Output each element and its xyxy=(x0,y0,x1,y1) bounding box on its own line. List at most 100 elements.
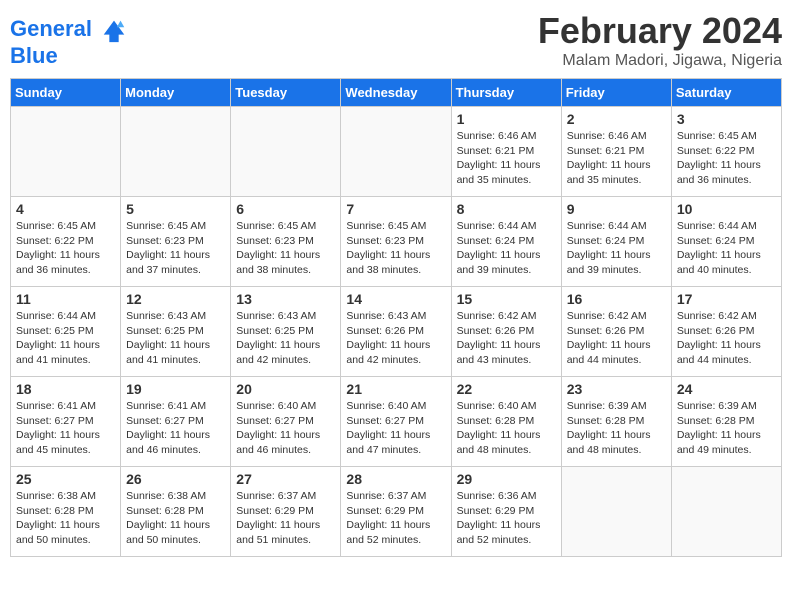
day-number: 8 xyxy=(457,201,556,217)
day-info: Sunrise: 6:44 AM Sunset: 6:24 PM Dayligh… xyxy=(567,219,666,278)
day-info: Sunrise: 6:36 AM Sunset: 6:29 PM Dayligh… xyxy=(457,489,556,548)
day-number: 15 xyxy=(457,291,556,307)
calendar-header-row: SundayMondayTuesdayWednesdayThursdayFrid… xyxy=(11,79,782,107)
calendar-cell: 28 Sunrise: 6:37 AM Sunset: 6:29 PM Dayli… xyxy=(341,467,451,557)
calendar-cell: 14Sunrise: 6:43 AM Sunset: 6:26 PM Dayli… xyxy=(341,287,451,377)
calendar-week-1: 1 Sunrise: 6:46 AM Sunset: 6:21 PM Daylig… xyxy=(11,107,782,197)
day-info: Sunrise: 6:37 AM Sunset: 6:29 PM Dayligh… xyxy=(346,489,445,548)
day-number: 16 xyxy=(567,291,666,307)
day-info: Sunrise: 6:46 AM Sunset: 6:21 PM Dayligh… xyxy=(457,129,556,188)
calendar-cell: 26 Sunrise: 6:38 AM Sunset: 6:28 PM Dayli… xyxy=(121,467,231,557)
day-info: Sunrise: 6:45 AM Sunset: 6:23 PM Dayligh… xyxy=(346,219,445,278)
day-info: Sunrise: 6:43 AM Sunset: 6:25 PM Dayligh… xyxy=(236,309,335,368)
day-number: 12 xyxy=(126,291,225,307)
calendar-cell: 8Sunrise: 6:44 AM Sunset: 6:24 PM Daylig… xyxy=(451,197,561,287)
day-number: 3 xyxy=(677,111,776,127)
calendar-cell xyxy=(121,107,231,197)
calendar-cell xyxy=(561,467,671,557)
location-subtitle: Malam Madori, Jigawa, Nigeria xyxy=(538,52,782,70)
calendar-cell: 4 Sunrise: 6:45 AM Sunset: 6:22 PM Daylig… xyxy=(11,197,121,287)
day-header-tuesday: Tuesday xyxy=(231,79,341,107)
day-number: 26 xyxy=(126,471,225,487)
day-number: 2 xyxy=(567,111,666,127)
day-number: 21 xyxy=(346,381,445,397)
day-info: Sunrise: 6:44 AM Sunset: 6:24 PM Dayligh… xyxy=(677,219,776,278)
day-number: 7 xyxy=(346,201,445,217)
logo-text2: Blue xyxy=(10,44,128,68)
day-number: 6 xyxy=(236,201,335,217)
day-number: 13 xyxy=(236,291,335,307)
calendar-cell: 27Sunrise: 6:37 AM Sunset: 6:29 PM Dayli… xyxy=(231,467,341,557)
day-info: Sunrise: 6:39 AM Sunset: 6:28 PM Dayligh… xyxy=(677,399,776,458)
calendar-cell: 2 Sunrise: 6:46 AM Sunset: 6:21 PM Daylig… xyxy=(561,107,671,197)
calendar-cell: 16Sunrise: 6:42 AM Sunset: 6:26 PM Dayli… xyxy=(561,287,671,377)
day-header-thursday: Thursday xyxy=(451,79,561,107)
calendar-cell: 1 Sunrise: 6:46 AM Sunset: 6:21 PM Daylig… xyxy=(451,107,561,197)
calendar-cell: 6 Sunrise: 6:45 AM Sunset: 6:23 PM Daylig… xyxy=(231,197,341,287)
calendar-week-5: 25 Sunrise: 6:38 AM Sunset: 6:28 PM Dayli… xyxy=(11,467,782,557)
day-info: Sunrise: 6:38 AM Sunset: 6:28 PM Dayligh… xyxy=(16,489,115,548)
calendar-cell: 15 Sunrise: 6:42 AM Sunset: 6:26 PM Dayli… xyxy=(451,287,561,377)
day-info: Sunrise: 6:40 AM Sunset: 6:27 PM Dayligh… xyxy=(346,399,445,458)
day-info: Sunrise: 6:37 AM Sunset: 6:29 PM Dayligh… xyxy=(236,489,335,548)
day-number: 24 xyxy=(677,381,776,397)
day-info: Sunrise: 6:45 AM Sunset: 6:23 PM Dayligh… xyxy=(236,219,335,278)
calendar-cell: 12 Sunrise: 6:43 AM Sunset: 6:25 PM Dayli… xyxy=(121,287,231,377)
calendar-cell: 20 Sunrise: 6:40 AM Sunset: 6:27 PM Dayli… xyxy=(231,377,341,467)
day-number: 25 xyxy=(16,471,115,487)
day-info: Sunrise: 6:39 AM Sunset: 6:28 PM Dayligh… xyxy=(567,399,666,458)
day-info: Sunrise: 6:44 AM Sunset: 6:25 PM Dayligh… xyxy=(16,309,115,368)
calendar-cell xyxy=(11,107,121,197)
day-info: Sunrise: 6:40 AM Sunset: 6:27 PM Dayligh… xyxy=(236,399,335,458)
calendar-cell: 22 Sunrise: 6:40 AM Sunset: 6:28 PM Dayli… xyxy=(451,377,561,467)
day-info: Sunrise: 6:42 AM Sunset: 6:26 PM Dayligh… xyxy=(457,309,556,368)
day-header-saturday: Saturday xyxy=(671,79,781,107)
day-info: Sunrise: 6:45 AM Sunset: 6:22 PM Dayligh… xyxy=(677,129,776,188)
logo: General Blue xyxy=(10,16,128,68)
calendar-cell xyxy=(341,107,451,197)
day-number: 22 xyxy=(457,381,556,397)
calendar-cell: 19Sunrise: 6:41 AM Sunset: 6:27 PM Dayli… xyxy=(121,377,231,467)
day-number: 10 xyxy=(677,201,776,217)
title-area: February 2024 Malam Madori, Jigawa, Nige… xyxy=(538,10,782,70)
calendar-cell: 13 Sunrise: 6:43 AM Sunset: 6:25 PM Dayli… xyxy=(231,287,341,377)
day-info: Sunrise: 6:46 AM Sunset: 6:21 PM Dayligh… xyxy=(567,129,666,188)
calendar-cell: 25 Sunrise: 6:38 AM Sunset: 6:28 PM Dayli… xyxy=(11,467,121,557)
day-info: Sunrise: 6:38 AM Sunset: 6:28 PM Dayligh… xyxy=(126,489,225,548)
calendar-cell: 3 Sunrise: 6:45 AM Sunset: 6:22 PM Daylig… xyxy=(671,107,781,197)
day-info: Sunrise: 6:43 AM Sunset: 6:25 PM Dayligh… xyxy=(126,309,225,368)
day-number: 4 xyxy=(16,201,115,217)
day-number: 18 xyxy=(16,381,115,397)
calendar-cell: 24 Sunrise: 6:39 AM Sunset: 6:28 PM Dayli… xyxy=(671,377,781,467)
day-info: Sunrise: 6:41 AM Sunset: 6:27 PM Dayligh… xyxy=(126,399,225,458)
calendar-week-3: 11 Sunrise: 6:44 AM Sunset: 6:25 PM Dayli… xyxy=(11,287,782,377)
calendar-cell: 18Sunrise: 6:41 AM Sunset: 6:27 PM Dayli… xyxy=(11,377,121,467)
day-info: Sunrise: 6:40 AM Sunset: 6:28 PM Dayligh… xyxy=(457,399,556,458)
day-header-friday: Friday xyxy=(561,79,671,107)
calendar-table: SundayMondayTuesdayWednesdayThursdayFrid… xyxy=(10,78,782,557)
day-info: Sunrise: 6:45 AM Sunset: 6:22 PM Dayligh… xyxy=(16,219,115,278)
calendar-week-2: 4 Sunrise: 6:45 AM Sunset: 6:22 PM Daylig… xyxy=(11,197,782,287)
day-header-sunday: Sunday xyxy=(11,79,121,107)
calendar-cell: 11 Sunrise: 6:44 AM Sunset: 6:25 PM Dayli… xyxy=(11,287,121,377)
day-number: 11 xyxy=(16,291,115,307)
calendar-cell: 29Sunrise: 6:36 AM Sunset: 6:29 PM Dayli… xyxy=(451,467,561,557)
calendar-cell: 10 Sunrise: 6:44 AM Sunset: 6:24 PM Dayli… xyxy=(671,197,781,287)
calendar-cell: 9 Sunrise: 6:44 AM Sunset: 6:24 PM Daylig… xyxy=(561,197,671,287)
day-info: Sunrise: 6:43 AM Sunset: 6:26 PM Dayligh… xyxy=(346,309,445,368)
month-title: February 2024 xyxy=(538,10,782,52)
calendar-week-4: 18 Sunrise: 6:41 AM Sunset: 6:27 PM Dayli… xyxy=(11,377,782,467)
day-header-monday: Monday xyxy=(121,79,231,107)
day-info: Sunrise: 6:42 AM Sunset: 6:26 PM Dayligh… xyxy=(677,309,776,368)
day-info: Sunrise: 6:45 AM Sunset: 6:23 PM Dayligh… xyxy=(126,219,225,278)
day-number: 9 xyxy=(567,201,666,217)
calendar-cell: 23 Sunrise: 6:39 AM Sunset: 6:28 PM Dayli… xyxy=(561,377,671,467)
logo-text: General xyxy=(10,16,128,44)
day-number: 20 xyxy=(236,381,335,397)
day-number: 1 xyxy=(457,111,556,127)
calendar-cell xyxy=(231,107,341,197)
day-number: 28 xyxy=(346,471,445,487)
calendar-cell: 21 Sunrise: 6:40 AM Sunset: 6:27 PM Dayli… xyxy=(341,377,451,467)
day-number: 23 xyxy=(567,381,666,397)
page-header: General Blue February 2024 Malam Madori,… xyxy=(10,10,782,70)
